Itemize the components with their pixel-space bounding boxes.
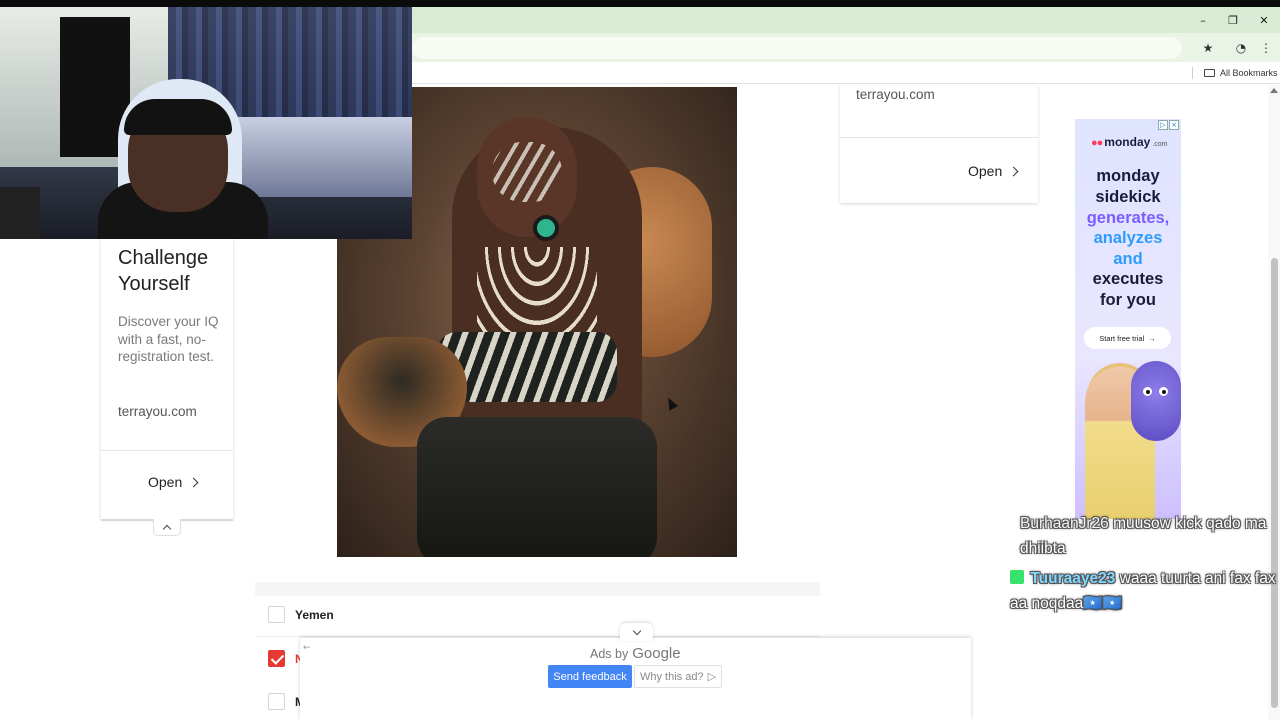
monday-banner-ad[interactable]: ▷ × ●● monday .com monday sidekick genera… (1075, 119, 1181, 519)
checkbox[interactable] (268, 606, 285, 623)
scrollbar-thumb[interactable] (1271, 258, 1278, 708)
ad-headline-line: and (1113, 250, 1143, 268)
chevron-right-icon (1008, 166, 1019, 176)
start-free-trial-button[interactable]: Start free trial → (1084, 327, 1171, 349)
ad-headline-line: for you (1100, 291, 1156, 309)
ad-domain: terrayou.com (118, 404, 197, 419)
checkbox[interactable] (268, 693, 285, 710)
chevron-down-icon (632, 626, 641, 635)
chat-message: Tuuraaye23 waaa tuurta ani fax fax aa no… (1010, 566, 1280, 616)
all-bookmarks-label: All Bookmarks (1220, 68, 1278, 78)
poll-option[interactable]: N (268, 650, 304, 667)
ad-open-button[interactable]: Open (148, 474, 199, 490)
ad-open-button[interactable]: Open (968, 163, 1019, 179)
scroll-up-arrow-icon[interactable] (1270, 88, 1278, 93)
right-ad-card[interactable] (840, 85, 1038, 203)
ads-by-google: Ads by Google (590, 645, 681, 662)
ad-title: Challenge Yourself (118, 247, 209, 295)
ad-domain: terrayou.com (856, 87, 935, 102)
bookmarks-divider (1192, 67, 1193, 79)
ad-headline-line: sidekick (1095, 188, 1161, 206)
why-this-ad-button[interactable]: Why this ad? ▷ (634, 665, 722, 688)
close-button[interactable]: ✕ (1249, 7, 1279, 33)
anchor-collapse-button[interactable] (620, 623, 653, 641)
back-arrow-icon[interactable]: ← (303, 643, 311, 653)
poll-option-label: Yemen (295, 607, 334, 622)
top-edge (0, 0, 1280, 7)
extension-icon[interactable]: ◔ (1233, 40, 1249, 56)
chat-username: BurhaanJr26 (1020, 515, 1109, 532)
send-feedback-button[interactable]: Send feedback (548, 665, 632, 688)
collapse-ad-button[interactable] (153, 519, 181, 536)
adchoices-icon[interactable]: ▷ × (1158, 120, 1179, 130)
ad-description: Discover your IQ with a fast, no-registr… (118, 314, 219, 364)
open-label: Open (148, 474, 183, 490)
adchoices-icon: ▷ (707, 671, 717, 683)
chevron-right-icon (188, 477, 199, 487)
address-input[interactable] (412, 37, 1182, 59)
folder-icon (1204, 69, 1215, 77)
section-divider (255, 582, 820, 596)
ad-headline-line: monday (1096, 167, 1160, 185)
chat-username: Tuuraaye23 (1030, 570, 1116, 587)
ad-headline-line: generates, (1086, 209, 1170, 227)
poll-option[interactable]: Yemen (268, 606, 334, 623)
poll-divider (255, 636, 820, 637)
all-bookmarks-button[interactable]: All Bookmarks (1204, 66, 1278, 80)
minimize-button[interactable]: – (1188, 7, 1218, 33)
kick-badge-icon (1010, 570, 1024, 584)
ad-headline-line: executes (1092, 270, 1164, 288)
monday-logo: ●● monday .com (1091, 135, 1168, 149)
checkbox-checked[interactable] (268, 650, 285, 667)
bookmark-star-icon[interactable]: ★ (1200, 40, 1216, 56)
ad-headline-line: analyzes (1093, 229, 1163, 247)
menu-kebab-icon[interactable]: ⋮ (1258, 40, 1274, 56)
restore-button[interactable]: ❐ (1218, 7, 1248, 33)
ad-divider (840, 137, 1038, 138)
ad-divider (101, 450, 233, 451)
streamer-webcam (0, 7, 412, 239)
open-label: Open (968, 163, 1003, 179)
chevron-up-icon (162, 524, 172, 534)
chat-message: BurhaanJr26 muusow kick qado ma dhiibta (1010, 511, 1280, 561)
ad-mascot-image (1131, 361, 1181, 441)
